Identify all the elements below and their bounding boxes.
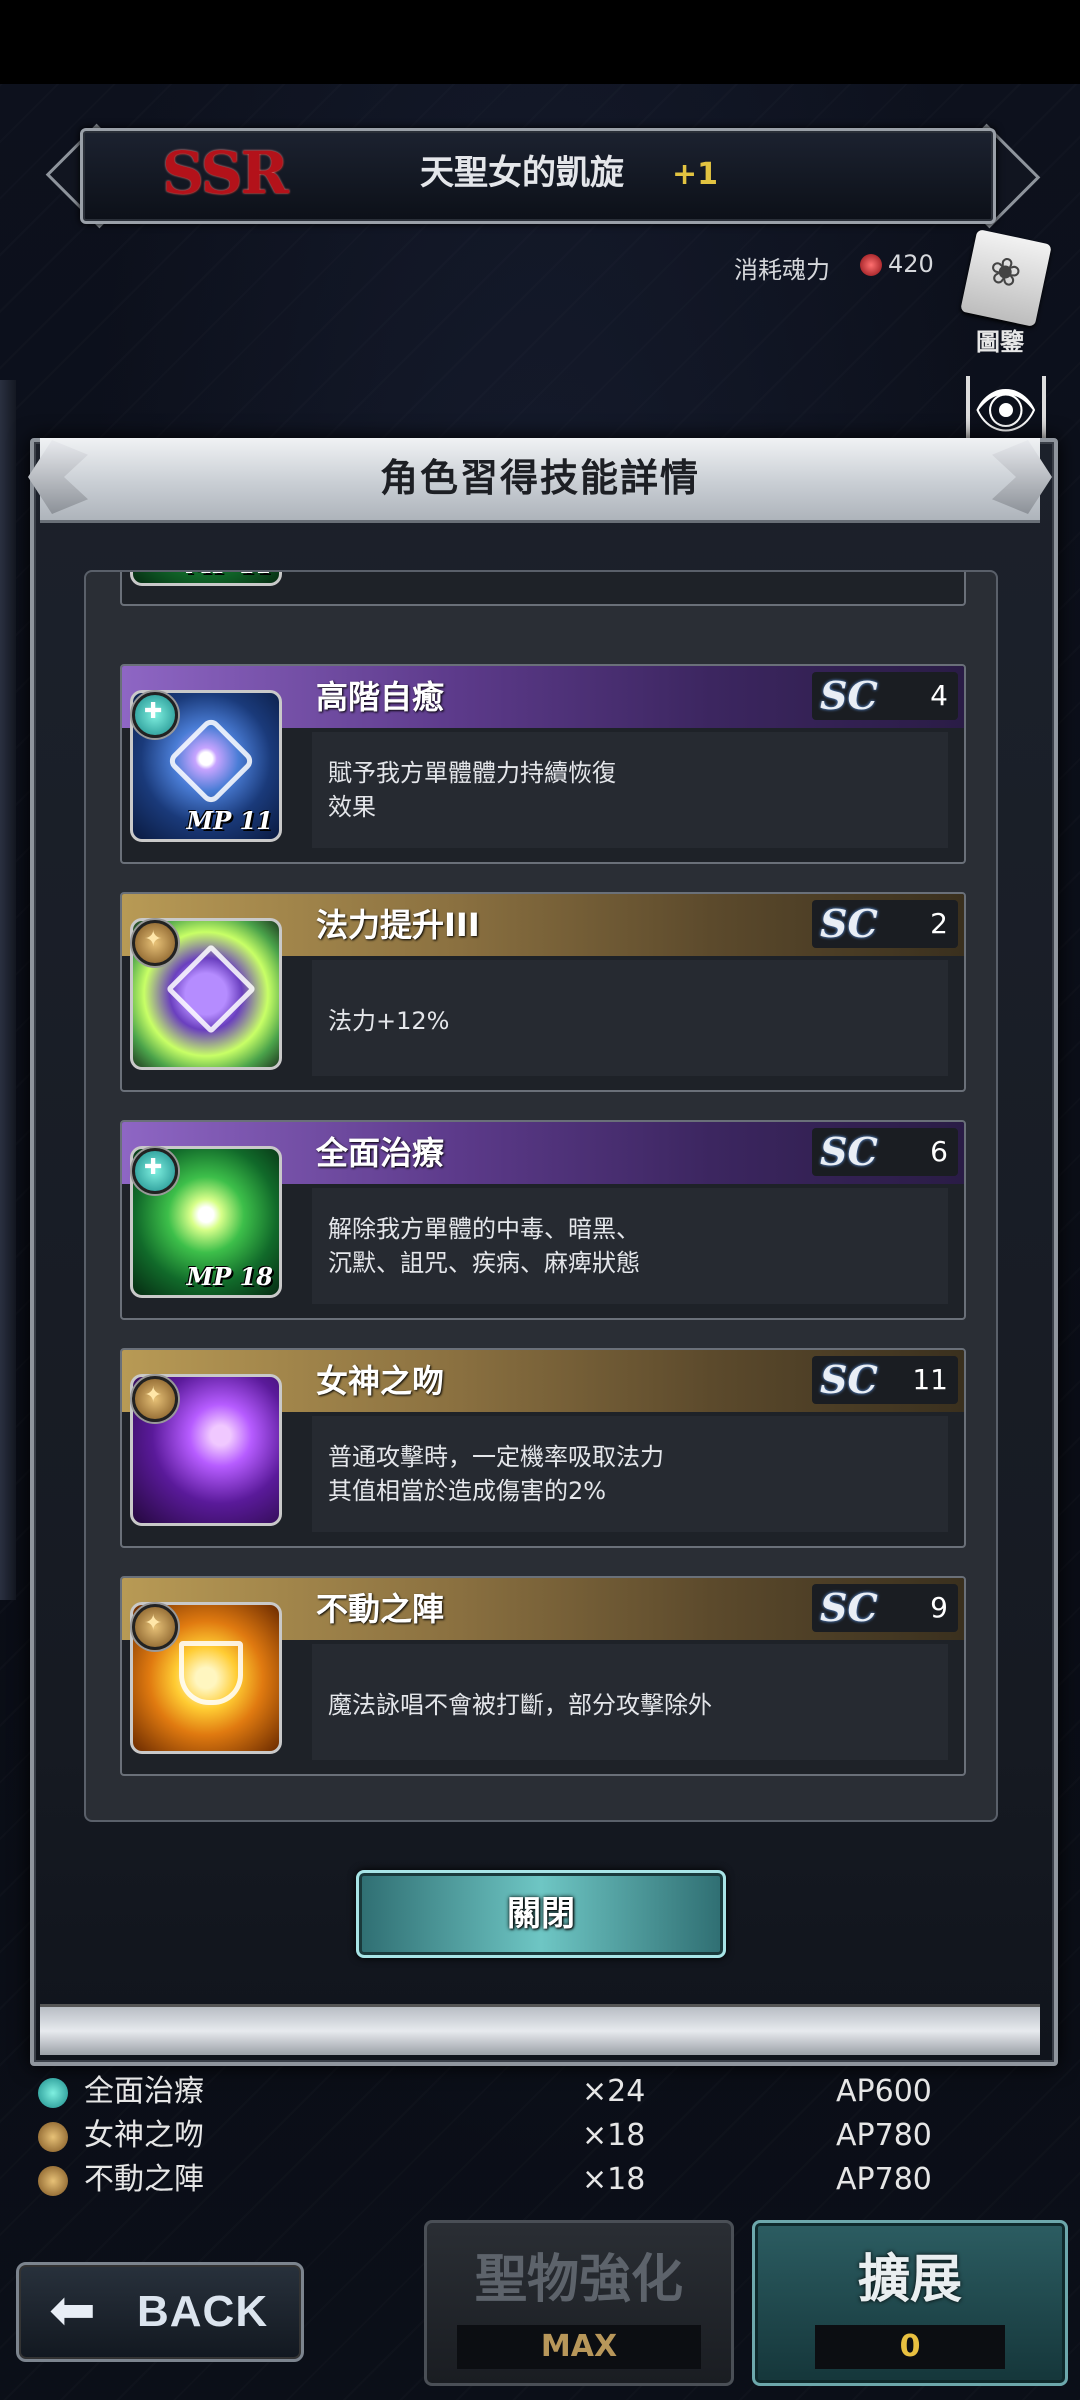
skill-card[interactable]: 法力提升III SC 2 法力+12% bbox=[120, 892, 966, 1092]
sc-value: 4 bbox=[930, 679, 948, 712]
sc-value: 6 bbox=[930, 1135, 948, 1168]
skill-card[interactable]: 不動之陣 SC 9 魔法詠唱不會被打斷，部分攻擊除外 bbox=[120, 1576, 966, 1776]
skill-name: 女神之吻 bbox=[316, 1362, 445, 1400]
list-item-count: ×18 bbox=[582, 2162, 646, 2197]
sc-label: SC bbox=[820, 1129, 878, 1174]
card-name: 天聖女的凱旋 bbox=[420, 153, 624, 193]
close-button[interactable]: 關閉 bbox=[356, 1870, 726, 1958]
skill-card[interactable]: 高階自癒 SC 4 賦予我方單體體力持續恢復 效果 MP 11 bbox=[120, 664, 966, 864]
sc-value: 11 bbox=[912, 1363, 948, 1396]
list-item-count: ×24 bbox=[582, 2074, 646, 2109]
partial-skill-icon: MP 11 bbox=[130, 572, 282, 586]
rarity-badge: SSR bbox=[162, 139, 289, 207]
skill-description: 法力+12% bbox=[328, 1007, 450, 1035]
active-skill-icon bbox=[132, 1148, 178, 1194]
sc-cost-box: SC 2 bbox=[812, 900, 958, 948]
list-item-ap: AP600 bbox=[836, 2074, 932, 2109]
sc-cost-box: SC 6 bbox=[812, 1128, 958, 1176]
passive-skill-icon bbox=[38, 2166, 68, 2196]
modal-title: 角色習得技能詳情 bbox=[379, 456, 700, 500]
active-skill-icon bbox=[132, 692, 178, 738]
skill-upgrade-list: 全面治療 ×24 AP600 女神之吻 ×18 AP780 不動之陣 ×18 A… bbox=[0, 2070, 1080, 2200]
skill-description: 賦予我方單體體力持續恢復 效果 bbox=[328, 759, 616, 821]
skill-description: 魔法詠唱不會被打斷，部分攻擊除外 bbox=[328, 1691, 712, 1719]
soul-cost-label: 消耗魂力 bbox=[734, 256, 830, 284]
status-bar bbox=[0, 0, 1080, 84]
sc-label: SC bbox=[820, 1585, 878, 1630]
passive-skill-icon bbox=[132, 1604, 178, 1650]
skill-description: 普通攻擊時，一定機率吸取法力 其值相當於造成傷害的2% bbox=[328, 1443, 664, 1505]
sc-value: 2 bbox=[930, 907, 948, 940]
mp-tag: MP 11 bbox=[187, 572, 273, 579]
skill-name: 高階自癒 bbox=[316, 678, 445, 716]
expand-count: 0 bbox=[815, 2325, 1005, 2369]
soul-gem-icon bbox=[860, 254, 882, 276]
sc-cost-box: SC 4 bbox=[812, 672, 958, 720]
enhance-label: 聖物強化 bbox=[474, 2249, 683, 2310]
list-item[interactable]: 全面治療 ×24 AP600 bbox=[30, 2070, 1050, 2114]
passive-skill-icon bbox=[132, 920, 178, 966]
list-item-count: ×18 bbox=[582, 2118, 646, 2153]
list-item-name: 全面治療 bbox=[84, 2074, 204, 2109]
close-label: 關閉 bbox=[507, 1894, 575, 1934]
skill-name: 不動之陣 bbox=[316, 1590, 445, 1628]
sc-cost-box: SC 9 bbox=[812, 1584, 958, 1632]
eye-icon[interactable]: 👁 bbox=[966, 376, 1046, 446]
list-item-ap: AP780 bbox=[836, 2118, 932, 2153]
skill-card[interactable]: 全面治療 SC 6 解除我方單體的中毒、暗黑、 沉默、詛咒、疾病、麻痺狀態 MP… bbox=[120, 1120, 966, 1320]
relic-enhance-button[interactable]: 聖物強化 MAX bbox=[424, 2220, 734, 2386]
skill-card[interactable]: 女神之吻 SC 11 普通攻擊時，一定機率吸取法力 其值相當於造成傷害的2% bbox=[120, 1348, 966, 1548]
list-item-ap: AP780 bbox=[836, 2162, 932, 2197]
sc-cost-box: SC 11 bbox=[812, 1356, 958, 1404]
skill-list[interactable]: MP 11 高階自癒 SC 4 賦予我方單體體力持續恢復 效果 MP 11 法力… bbox=[84, 570, 998, 1822]
list-item-name: 不動之陣 bbox=[84, 2162, 204, 2197]
back-label: BACK bbox=[137, 2287, 269, 2336]
passive-skill-icon bbox=[132, 1376, 178, 1422]
expand-button[interactable]: 擴展 0 bbox=[752, 2220, 1068, 2386]
sc-label: SC bbox=[820, 901, 878, 946]
skill-description: 解除我方單體的中毒、暗黑、 沉默、詛咒、疾病、麻痺狀態 bbox=[328, 1215, 640, 1277]
enhance-status: MAX bbox=[457, 2325, 701, 2369]
skill-card-partial: MP 11 bbox=[120, 572, 966, 606]
codex-label[interactable]: 圖鑒 bbox=[976, 322, 1024, 357]
card-plus-level: +1 bbox=[672, 157, 719, 192]
mp-tag: MP 18 bbox=[186, 1262, 273, 1291]
list-item-name: 女神之吻 bbox=[84, 2118, 204, 2153]
list-item[interactable]: 不動之陣 ×18 AP780 bbox=[30, 2158, 1050, 2202]
sc-label: SC bbox=[820, 1357, 878, 1402]
back-arrow-icon: ⬅ bbox=[49, 2278, 96, 2343]
sc-label: SC bbox=[820, 673, 878, 718]
soul-cost-value: 420 bbox=[888, 250, 934, 278]
passive-skill-icon bbox=[38, 2122, 68, 2152]
expand-label: 擴展 bbox=[857, 2249, 962, 2310]
modal-footer bbox=[40, 2004, 1040, 2055]
left-edge-strip bbox=[0, 380, 16, 1600]
mp-tag: MP 11 bbox=[186, 806, 273, 835]
list-item[interactable]: 女神之吻 ×18 AP780 bbox=[30, 2114, 1050, 2158]
active-skill-icon bbox=[38, 2078, 68, 2108]
back-button[interactable]: ⬅ BACK bbox=[16, 2262, 304, 2362]
sc-value: 9 bbox=[930, 1591, 948, 1624]
skill-name: 全面治療 bbox=[316, 1134, 445, 1172]
skill-name: 法力提升III bbox=[316, 906, 480, 944]
